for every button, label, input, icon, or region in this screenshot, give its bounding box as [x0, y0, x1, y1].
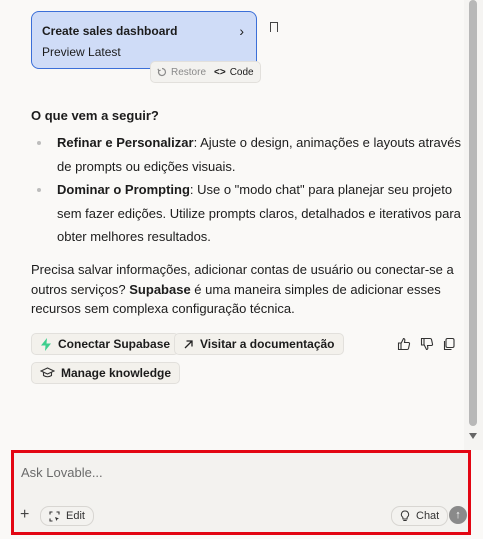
arrow-up-right-icon [184, 339, 193, 348]
restore-button[interactable]: Restore [157, 67, 206, 78]
restore-icon [157, 67, 167, 77]
next-steps-list: Refinar e Personalizar: Ajuste o design,… [31, 131, 461, 249]
visit-docs-label: Visitar a documentação [200, 337, 335, 351]
manage-knowledge-button[interactable]: Manage knowledge [31, 362, 181, 384]
chat-mode-button[interactable]: Chat [391, 506, 449, 526]
code-label: Code [229, 66, 254, 78]
section-heading: O que vem a seguir? [31, 108, 159, 123]
graduation-cap-icon [40, 367, 55, 378]
copy-icon[interactable] [442, 337, 456, 351]
restore-label: Restore [171, 66, 207, 78]
thumbs-down-icon[interactable] [420, 337, 434, 351]
manage-knowledge-label: Manage knowledge [61, 366, 172, 380]
bookmark-icon[interactable] [270, 22, 278, 36]
scroll-down-arrow-icon[interactable] [469, 433, 477, 439]
visit-docs-button[interactable]: Visitar a documentação [174, 333, 344, 355]
edit-label: Edit [66, 510, 85, 522]
list-item-title: Refinar e Personalizar [57, 135, 194, 150]
supabase-paragraph: Precisa salvar informações, adicionar co… [31, 260, 461, 319]
send-button[interactable]: ↑ [449, 506, 467, 524]
plus-icon[interactable]: + [20, 506, 29, 524]
thumbs-up-icon[interactable] [397, 337, 411, 351]
scrollbar-thumb[interactable] [469, 0, 477, 426]
bullet-icon [37, 188, 41, 192]
supabase-link-text: Supabase [129, 281, 191, 297]
select-edit-icon [49, 510, 60, 522]
chat-scroll-area: Create sales dashboard Preview Latest › … [0, 0, 464, 450]
code-icon: <> [214, 66, 226, 78]
arrow-up-icon: ↑ [455, 509, 461, 521]
list-item: Dominar o Prompting: Use o "modo chat" p… [31, 178, 461, 249]
card-actions-bar: Restore <> Code [150, 61, 261, 83]
chat-label: Chat [416, 510, 440, 522]
version-card-title: Create sales dashboard [42, 24, 178, 38]
scrollbar[interactable] [464, 0, 483, 450]
chevron-right-icon: › [239, 23, 244, 39]
edit-button[interactable]: Edit [40, 506, 94, 526]
bullet-icon [37, 141, 41, 145]
chat-composer: + Edit Chat ↑ [11, 450, 471, 535]
list-item-title: Dominar o Prompting [57, 182, 190, 197]
list-item: Refinar e Personalizar: Ajuste o design,… [31, 131, 461, 178]
lightbulb-icon [400, 510, 410, 521]
code-button[interactable]: <> Code [214, 67, 254, 78]
connect-supabase-label: Conectar Supabase [58, 337, 171, 351]
supabase-icon [41, 337, 51, 351]
prompt-input[interactable] [19, 461, 443, 483]
connect-supabase-button[interactable]: Conectar Supabase [31, 333, 180, 355]
version-card-subtitle: Preview Latest [42, 45, 121, 59]
